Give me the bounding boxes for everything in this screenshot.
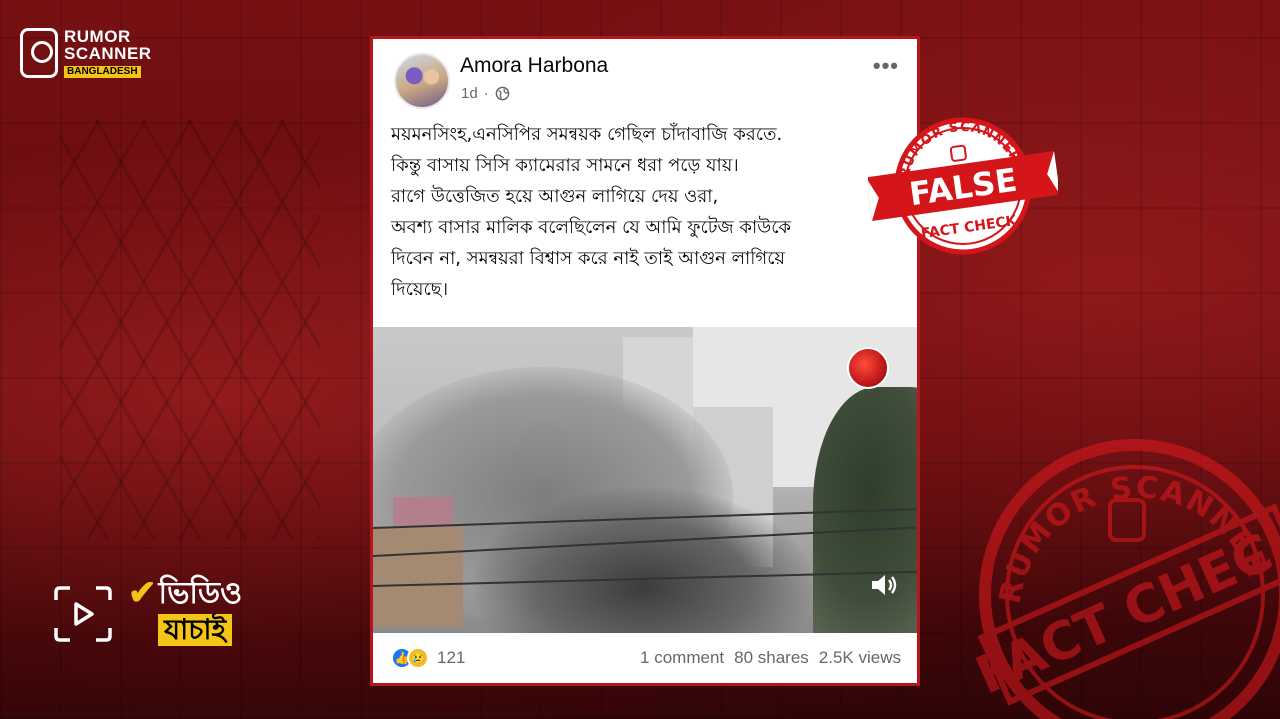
checkmark-icon: ✔ — [128, 574, 157, 612]
video-roof — [373, 527, 463, 627]
post-text-line: ময়মনসিংহ,এনসিপির সমন্বয়ক গেছিল চাঁদাবা… — [391, 124, 783, 145]
post-text-line: দিবেন না, সমন্বয়রা বিশ্বাস করে নাই তাই … — [391, 248, 786, 269]
video-balcony — [393, 497, 453, 527]
video-check-badge: ✔ ভিডিও যাচাই — [52, 576, 242, 652]
comments-count[interactable]: 1 comment — [640, 648, 724, 668]
video-play-icon — [52, 576, 114, 652]
post-footer: 👍 😢 121 1 comment 80 shares 2.5K views — [373, 633, 917, 683]
post-text-line: কিন্তু বাসায় সিসি ক্যামেরার সামনে ধরা প… — [391, 155, 739, 176]
reactions[interactable]: 👍 😢 121 — [391, 647, 465, 669]
post-text-line: অবশ্য বাসার মালিক বলেছিলেন যে আমি ফুটেজ … — [391, 217, 792, 238]
logo-line2: SCANNER — [64, 44, 152, 63]
globe-icon — [495, 86, 510, 101]
rumor-scanner-logo: RUMOR SCANNER BANGLADESH — [20, 28, 152, 78]
fact-check-stamp: RUMOR SCANNER FACT CHECK — [950, 430, 1280, 719]
speaker-icon[interactable] — [869, 571, 899, 604]
video-channel-logo — [847, 347, 889, 389]
false-verdict-stamp: RUMOR SCANNER FALSE FACT CHECK — [865, 112, 1061, 260]
background-tower — [60, 120, 320, 540]
views-count: 2.5K views — [818, 648, 901, 667]
video-label: ভিডিও — [158, 576, 243, 610]
shares-count[interactable]: 80 shares — [734, 648, 809, 668]
dot-separator: · — [483, 85, 489, 102]
post-author[interactable]: Amora Harbona — [460, 54, 608, 78]
verify-label: যাচাই — [158, 614, 233, 647]
more-options-icon[interactable]: ••• — [873, 53, 899, 79]
reactions-count: 121 — [437, 648, 466, 667]
avatar[interactable] — [394, 53, 450, 109]
post-stats: 1 comment 80 shares 2.5K views — [640, 648, 901, 668]
post-video[interactable] — [373, 327, 917, 633]
logo-text: RUMOR SCANNER BANGLADESH — [64, 28, 152, 78]
sad-icon: 😢 — [407, 647, 429, 669]
logo-line3: BANGLADESH — [64, 66, 141, 78]
facebook-post-card: Amora Harbona 1d · ••• ময়মনসিংহ,এনসিপির… — [370, 36, 920, 686]
post-text-line: রাগে উত্তেজিত হয়ে আগুন লাগিয়ে দেয় ওরা… — [391, 186, 719, 207]
logo-line1: RUMOR — [64, 27, 131, 46]
post-header: Amora Harbona 1d · ••• — [373, 39, 917, 119]
phone-logo-icon — [20, 28, 58, 78]
post-time[interactable]: 1d — [461, 85, 478, 102]
post-meta: 1d · — [461, 85, 510, 102]
post-text: ময়মনসিংহ,এনসিপির সমন্বয়ক গেছিল চাঁদাবা… — [391, 119, 911, 305]
post-text-line: দিয়েছে। — [391, 279, 449, 300]
